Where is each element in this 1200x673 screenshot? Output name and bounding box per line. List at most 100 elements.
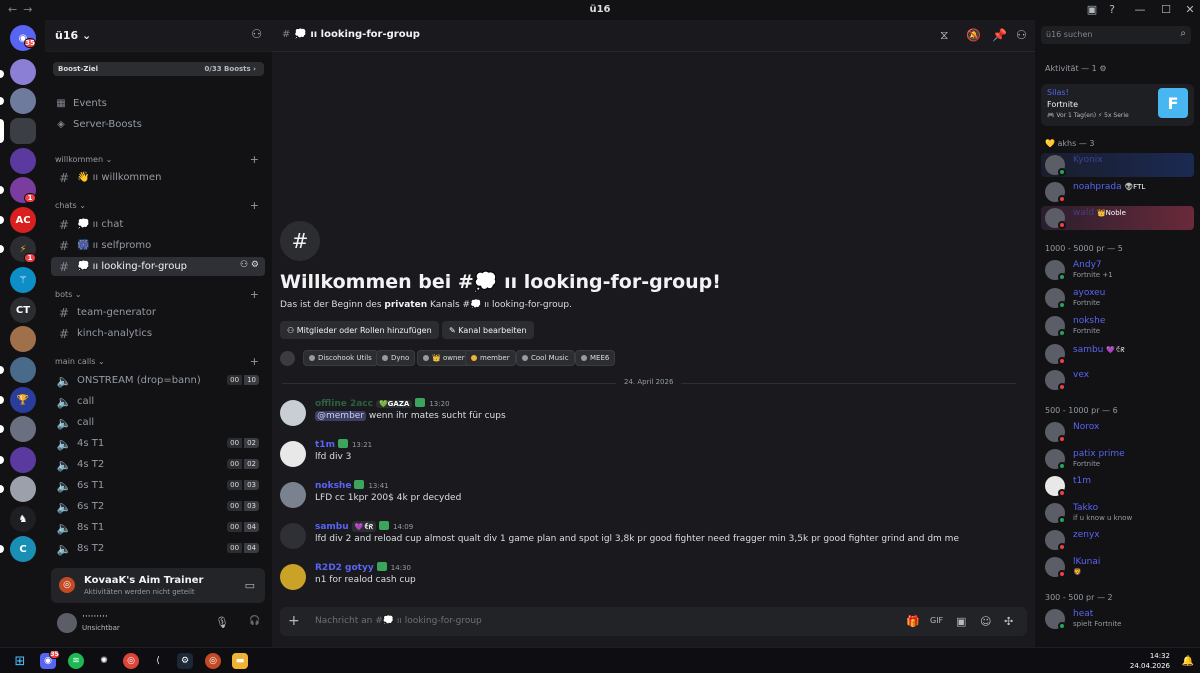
role-pill[interactable]: member [465, 350, 516, 366]
server-icon[interactable] [10, 88, 36, 114]
server-icon[interactable]: 🏆 [10, 387, 36, 413]
role-pill[interactable]: Cool Music [516, 350, 575, 366]
member-row[interactable]: Takko if u know u know [1041, 501, 1194, 525]
avatar[interactable] [280, 482, 306, 508]
message[interactable]: t1m 13:21 lfd div 3 [272, 439, 1035, 479]
server-header[interactable]: ü16 ⌄ ⚇ [45, 20, 272, 52]
server-icon[interactable]: ⚚ [10, 267, 36, 293]
minimize-button[interactable]: — [1130, 3, 1150, 16]
voice-channel[interactable]: 🔈 4s T2 00 02 [51, 455, 265, 474]
channel-kinch-analytics[interactable]: # kinch-analytics [51, 324, 265, 343]
windows-start-icon[interactable]: ⊞ [12, 653, 28, 669]
member-row[interactable]: Kyonix [1041, 153, 1194, 177]
microphone-icon[interactable]: 🎙 [215, 616, 229, 629]
sticker-icon[interactable]: ▣ [956, 615, 966, 628]
activity-user[interactable]: Silas! [1047, 88, 1069, 97]
voice-channel[interactable]: 🔈 ONSTREAM (drop=bann) 00 10 [51, 371, 265, 390]
system-clock[interactable]: 14:32 24.04.2026 [1130, 651, 1170, 671]
avatar[interactable] [280, 441, 306, 467]
kovaaks-icon[interactable]: ◎ [205, 653, 221, 669]
avatar[interactable] [280, 564, 306, 590]
category-chats[interactable]: chats ⌄ + [55, 199, 261, 212]
help-icon[interactable]: ? [1102, 3, 1122, 16]
chrome-icon[interactable]: ◎ [123, 653, 139, 669]
message[interactable]: R2D2 gotyy 14:30 n1 for realod cash cup [272, 562, 1035, 602]
member-row[interactable]: nokshe Fortnite [1041, 314, 1194, 338]
member-row[interactable]: zenyx [1041, 528, 1194, 552]
steam-icon[interactable]: ⚙ [177, 653, 193, 669]
add-members-button[interactable]: ⚇ Mitglieder oder Rollen hinzufügen [280, 321, 439, 339]
server-icon[interactable] [10, 476, 36, 502]
boost-goal-bar[interactable]: Boost-Ziel 0/33 Boosts › [53, 62, 264, 76]
role-pill[interactable]: MEE6 [575, 350, 616, 366]
member-row[interactable]: patix prime Fortnite [1041, 447, 1194, 471]
channel-willkommen[interactable]: # 👋 ıı willkommen [51, 168, 265, 187]
edit-channel-button[interactable]: ✎ Kanal bearbeiten [442, 321, 534, 339]
member-row[interactable]: Norox [1041, 420, 1194, 444]
message[interactable]: nokshe 13:41 LFD cc 1kpr 200$ 4k pr decyd… [272, 480, 1035, 520]
voice-channel[interactable]: 🔈 8s T1 00 04 [51, 518, 265, 537]
attach-plus-icon[interactable]: + [288, 613, 300, 629]
gift-icon[interactable]: 🎁 [906, 615, 920, 628]
server-icon[interactable] [10, 447, 36, 473]
server-icon[interactable]: AC [10, 207, 36, 233]
sidebar-item-server-boosts[interactable]: ◈ Server-Boosts [55, 115, 261, 133]
message-author[interactable]: sambu 💜ꑀᖇ 14:09 [315, 521, 413, 532]
emoji-icon[interactable]: ☺ [980, 615, 991, 628]
message[interactable]: sambu 💜ꑀᖇ 14:09 lfd div 2 and reload cup a… [272, 521, 1035, 561]
member-row[interactable]: heat spielt Fortnite [1041, 607, 1194, 631]
headphones-icon[interactable]: 🎧 [249, 616, 260, 626]
message-composer[interactable]: + Nachricht an #💭 ıı looking-for-group 🎁… [280, 607, 1027, 636]
category-willkommen[interactable]: willkommen ⌄ + [55, 153, 261, 166]
avatar[interactable] [57, 613, 77, 633]
channel-team-generator[interactable]: # team-generator [51, 303, 265, 322]
member-row[interactable]: wald 👑Noble [1041, 206, 1194, 230]
gif-icon[interactable]: GIF [930, 616, 943, 625]
mute-icon[interactable]: 🔕 [966, 28, 981, 42]
threads-icon[interactable]: ⧖ [940, 28, 948, 43]
pin-icon[interactable]: 📌 [992, 28, 1007, 42]
message-author[interactable]: nokshe 13:41 [315, 480, 389, 491]
server-icon[interactable] [10, 148, 36, 174]
member-list-icon[interactable]: ⚇ [1016, 28, 1027, 42]
channel-chat[interactable]: # 💭 ıı chat [51, 215, 265, 234]
channel-settings-icon[interactable]: ⚇ ⚙ [240, 260, 259, 270]
member-row[interactable]: noahprada 👽FTL [1041, 180, 1194, 204]
server-icon-active[interactable] [10, 118, 36, 144]
role-pill[interactable]: 👑 owner [417, 350, 471, 366]
message[interactable]: offline 2acc 💚GAZA 13:20 @member wenn ihr … [272, 398, 1035, 438]
server-icon[interactable] [10, 416, 36, 442]
maximize-button[interactable]: ☐ [1156, 3, 1176, 16]
member-row[interactable]: sambu 💜ꑀᖇ [1041, 342, 1194, 366]
message-author[interactable]: offline 2acc 💚GAZA 13:20 [315, 398, 450, 409]
role-pill[interactable]: Dyno [376, 350, 416, 366]
server-icon[interactable] [10, 326, 36, 352]
voice-channel[interactable]: 🔈 8s T2 00 04 [51, 539, 265, 558]
role-mention[interactable]: @member [315, 411, 367, 421]
server-icon[interactable] [10, 59, 36, 85]
voice-channel[interactable]: 🔈 call [51, 413, 265, 432]
category-bots[interactable]: bots ⌄ + [55, 288, 261, 301]
app-icon[interactable]: ⟨ [150, 653, 166, 669]
server-icon[interactable]: ♞ [10, 506, 36, 532]
message-author[interactable]: t1m 13:21 [315, 439, 372, 450]
avatar[interactable] [280, 523, 306, 549]
avatar[interactable] [280, 400, 306, 426]
server-icon[interactable] [10, 357, 36, 383]
inbox-icon[interactable]: ▣ [1082, 3, 1102, 16]
category-main-calls[interactable]: main calls ⌄ + [55, 355, 261, 368]
add-channel-icon[interactable]: + [250, 355, 259, 368]
close-button[interactable]: ✕ [1180, 3, 1200, 16]
steelseries-icon[interactable]: ✺ [96, 653, 112, 669]
voice-channel[interactable]: 🔈 6s T1 00 03 [51, 476, 265, 495]
voice-channel[interactable]: 🔈 4s T1 00 02 [51, 434, 265, 453]
server-icon[interactable]: C [10, 536, 36, 562]
voice-channel[interactable]: 🔈 call [51, 392, 265, 411]
message-author[interactable]: R2D2 gotyy 14:30 [315, 562, 411, 573]
channel-selfpromo[interactable]: # 🎆 ıı selfpromo [51, 236, 265, 255]
add-channel-icon[interactable]: + [250, 153, 259, 166]
member-row[interactable]: ayoxeu Fortnite [1041, 286, 1194, 310]
server-ct-icon[interactable]: CT [10, 297, 36, 323]
apps-icon[interactable]: ✣ [1004, 615, 1013, 628]
member-row[interactable]: vex [1041, 368, 1194, 392]
